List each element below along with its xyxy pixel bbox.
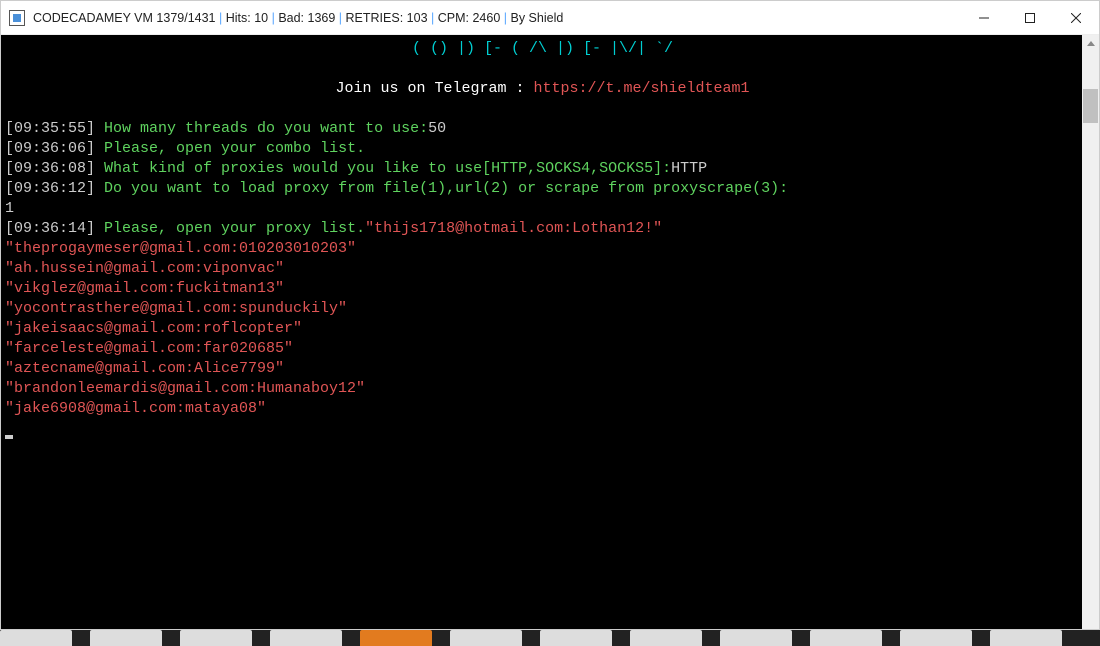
user-input: 50 (428, 120, 446, 137)
output-line: "ah.hussein@gmail.com:viponvac" (5, 260, 284, 277)
minimize-icon (979, 13, 989, 23)
user-input: HTTP (671, 160, 707, 177)
minimize-button[interactable] (961, 1, 1007, 34)
timestamp: [09:36:08] (5, 160, 95, 177)
titlebar[interactable]: CODECADAMEY VM 1379/1431 | Hits: 10 | Ba… (1, 1, 1099, 35)
prompt-text: Do you want to load proxy from file(1),u… (104, 180, 788, 197)
scroll-up-button[interactable] (1082, 35, 1099, 52)
timestamp: [09:36:12] (5, 180, 95, 197)
taskbar-item[interactable] (900, 630, 972, 646)
output-line: "brandonleemardis@gmail.com:Humanaboy12" (5, 380, 365, 397)
telegram-link[interactable]: https://t.me/shieldteam1 (534, 80, 750, 97)
taskbar-item[interactable] (180, 630, 252, 646)
app-icon (9, 10, 25, 26)
maximize-button[interactable] (1007, 1, 1053, 34)
output-line: "yocontrasthere@gmail.com:spunduckily" (5, 300, 347, 317)
taskbar-item[interactable] (810, 630, 882, 646)
window-title: CODECADAMEY VM 1379/1431 | Hits: 10 | Ba… (33, 11, 961, 25)
output-line: "jake6908@gmail.com:mataya08" (5, 400, 266, 417)
scrollbar[interactable] (1082, 35, 1099, 629)
output-line: "farceleste@gmail.com:far020685" (5, 340, 293, 357)
output-line: "vikglez@gmail.com:fuckitman13" (5, 280, 284, 297)
timestamp: [09:36:06] (5, 140, 95, 157)
ascii-banner: ( () |) [- ( /\ |) [- |\/| `/ (5, 39, 1080, 59)
prompt-text: Please, open your proxy list. (104, 220, 365, 237)
window-controls (961, 1, 1099, 34)
taskbar-item[interactable] (270, 630, 342, 646)
prompt-text: What kind of proxies would you like to u… (104, 160, 671, 177)
maximize-icon (1025, 13, 1035, 23)
timestamp: [09:35:55] (5, 120, 95, 137)
join-line: Join us on Telegram : https://t.me/shiel… (5, 79, 1080, 99)
taskbar-item[interactable] (540, 630, 612, 646)
close-button[interactable] (1053, 1, 1099, 34)
user-input: 1 (5, 200, 14, 217)
taskbar-item[interactable] (630, 630, 702, 646)
console[interactable]: ( () |) [- ( /\ |) [- |\/| `/ Join us on… (1, 35, 1082, 629)
taskbar[interactable] (0, 630, 1100, 646)
prompt-text: Please, open your combo list. (104, 140, 365, 157)
scrollbar-thumb[interactable] (1083, 89, 1098, 123)
console-area: ( () |) [- ( /\ |) [- |\/| `/ Join us on… (1, 35, 1099, 629)
output-line: "jakeisaacs@gmail.com:roflcopter" (5, 320, 302, 337)
output-line: "thijs1718@hotmail.com:Lothan12!" (365, 220, 662, 237)
taskbar-item[interactable] (720, 630, 792, 646)
cursor (5, 435, 13, 439)
taskbar-item[interactable] (990, 630, 1062, 646)
taskbar-item[interactable] (450, 630, 522, 646)
chevron-up-icon (1087, 41, 1095, 46)
taskbar-item-active[interactable] (360, 630, 432, 646)
taskbar-item[interactable] (0, 630, 72, 646)
prompt-text: How many threads do you want to use: (104, 120, 428, 137)
taskbar-item[interactable] (90, 630, 162, 646)
window: CODECADAMEY VM 1379/1431 | Hits: 10 | Ba… (0, 0, 1100, 630)
output-line: "aztecname@gmail.com:Alice7799" (5, 360, 284, 377)
timestamp: [09:36:14] (5, 220, 95, 237)
close-icon (1071, 13, 1081, 23)
output-line: "theprogaymeser@gmail.com:010203010203" (5, 240, 356, 257)
